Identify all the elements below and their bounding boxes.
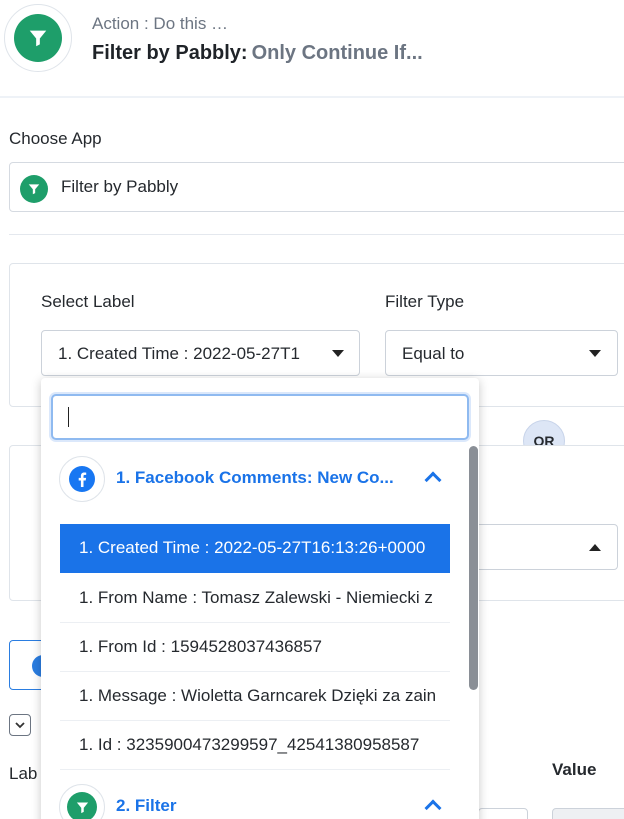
caret-up-icon xyxy=(589,544,601,551)
facebook-icon xyxy=(59,456,105,502)
option-id[interactable]: 1. Id : 3235900473299597_42541380958587 xyxy=(60,721,450,770)
label-input-partial[interactable] xyxy=(478,808,528,819)
filter-type-value: Equal to xyxy=(402,344,465,363)
text-cursor xyxy=(68,407,69,427)
option-created-time[interactable]: 1. Created Time : 2022-05-27T16:13:26+00… xyxy=(60,524,450,573)
caret-down-icon xyxy=(589,350,601,357)
caret-down-icon xyxy=(332,350,344,357)
group-title: 2. Filter xyxy=(116,796,177,815)
choose-app-value: Filter by Pabbly xyxy=(61,177,179,196)
step-header: Action : Do this … Filter by Pabbly: Only… xyxy=(0,0,624,98)
choose-app-select[interactable]: Filter by Pabbly xyxy=(9,162,624,212)
dropdown-scrollbar[interactable] xyxy=(469,446,478,690)
value-input-partial[interactable] xyxy=(552,808,624,819)
action-event-name: Only Continue If... xyxy=(251,42,423,64)
option-message[interactable]: 1. Message : Wioletta Garncarek Dzięki z… xyxy=(60,672,450,721)
chevron-up-icon xyxy=(424,471,442,489)
option-from-name[interactable]: 1. From Name : Tomasz Zalewski - Niemiec… xyxy=(60,574,450,623)
expand-toggle[interactable] xyxy=(9,714,31,736)
label-dropdown-panel: 1. Facebook Comments: New Co... 1. Creat… xyxy=(41,378,479,819)
group-filter[interactable]: 2. Filter xyxy=(41,784,471,819)
filter-icon xyxy=(20,175,48,203)
select-label-value: 1. Created Time : 2022-05-27T1 xyxy=(58,344,300,363)
filter-type-dropdown[interactable]: Equal to xyxy=(385,330,618,376)
filter-type-dropdown-2[interactable] xyxy=(470,524,618,570)
filter-icon xyxy=(14,14,62,62)
chevron-up-icon xyxy=(424,799,442,817)
action-title: Filter by Pabbly: Only Continue If... xyxy=(92,42,423,65)
select-label-dropdown[interactable]: 1. Created Time : 2022-05-27T1 xyxy=(41,330,360,376)
select-label-heading: Select Label xyxy=(41,292,135,311)
filter-type-heading: Filter Type xyxy=(385,292,465,311)
label-heading-partial: Lab xyxy=(9,764,38,783)
chevron-down-icon xyxy=(15,722,25,729)
app-badge xyxy=(4,4,72,72)
value-heading: Value xyxy=(552,760,597,779)
group-facebook-comments[interactable]: 1. Facebook Comments: New Co... xyxy=(41,456,471,508)
choose-app-label: Choose App xyxy=(9,129,102,148)
filter-icon xyxy=(59,784,105,819)
action-app-name: Filter by Pabbly: xyxy=(92,42,248,64)
group-title: 1. Facebook Comments: New Co... xyxy=(116,468,394,487)
option-from-id[interactable]: 1. From Id : 1594528037436857 xyxy=(60,623,450,672)
action-label: Action : Do this … xyxy=(92,14,229,33)
dropdown-search-input[interactable] xyxy=(51,394,469,440)
section-divider xyxy=(9,234,624,235)
